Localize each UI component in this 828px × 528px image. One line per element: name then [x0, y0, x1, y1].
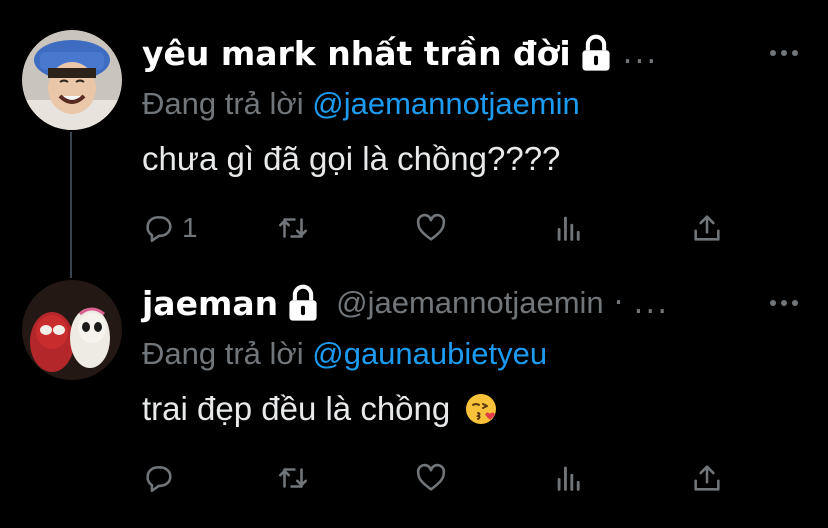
- tweet-text-content: chưa gì đã gọi là chồng????: [142, 140, 561, 177]
- tweet-text: trai đẹp đều là chồng: [142, 390, 498, 428]
- tweet-text-content: trai đẹp đều là chồng: [142, 390, 451, 427]
- like-icon: [414, 211, 448, 245]
- share-button[interactable]: [690, 208, 724, 248]
- like-button[interactable]: [414, 208, 448, 248]
- reply-button[interactable]: 1: [142, 208, 198, 248]
- more-options-icon[interactable]: [766, 38, 802, 68]
- tweet-1[interactable]: yêu mark nhất trần đời ... Đang trả lời …: [0, 30, 828, 260]
- like-icon: [414, 461, 448, 495]
- replying-to: Đang trả lời @jaemannotjaemin: [142, 86, 580, 122]
- reply-mention-link[interactable]: @jaemannotjaemin: [312, 86, 580, 121]
- replying-to: Đang trả lời @gaunaubietyeu: [142, 336, 547, 372]
- reply-icon: [142, 211, 176, 245]
- avatar[interactable]: [22, 280, 122, 380]
- share-button[interactable]: [690, 458, 724, 498]
- retweet-icon: [276, 211, 310, 245]
- reply-count: 1: [182, 212, 198, 243]
- tweet-header: jaeman @jaemannotjaemin · ...: [142, 280, 802, 326]
- display-name[interactable]: jaeman: [142, 284, 278, 323]
- share-icon: [690, 461, 724, 495]
- display-name[interactable]: yêu mark nhất trần đời: [142, 34, 571, 73]
- lock-icon: [286, 284, 320, 322]
- views-button[interactable]: [552, 208, 586, 248]
- share-icon: [690, 211, 724, 245]
- retweet-icon: [276, 461, 310, 495]
- handle[interactable]: @jaemannotjaemin: [336, 285, 604, 321]
- reply-mention-link[interactable]: @gaunaubietyeu: [312, 336, 547, 371]
- tweet-actions: 1: [142, 208, 742, 248]
- views-icon: [552, 461, 586, 495]
- avatar[interactable]: [22, 30, 122, 130]
- reply-icon: [142, 461, 176, 495]
- views-icon: [552, 211, 586, 245]
- views-button[interactable]: [552, 458, 586, 498]
- lock-icon: [579, 34, 613, 72]
- replying-to-label: Đang trả lời: [142, 86, 313, 121]
- tweet-text: chưa gì đã gọi là chồng????: [142, 140, 560, 178]
- replying-to-label: Đang trả lời: [142, 336, 313, 371]
- like-button[interactable]: [414, 458, 448, 498]
- kissing-heart-emoji: [464, 392, 498, 426]
- retweet-button[interactable]: [276, 208, 310, 248]
- more-options-icon[interactable]: [766, 288, 802, 318]
- tweet-actions: [142, 458, 742, 498]
- tweet-2[interactable]: jaeman @jaemannotjaemin · ... Đang trả l…: [0, 280, 828, 510]
- truncation-ellipsis: ...: [633, 285, 670, 321]
- retweet-button[interactable]: [276, 458, 310, 498]
- reply-button[interactable]: [142, 458, 182, 498]
- truncation-ellipsis: ...: [622, 35, 659, 71]
- dot-separator: ·: [613, 285, 624, 321]
- tweet-header: yêu mark nhất trần đời ...: [142, 30, 802, 76]
